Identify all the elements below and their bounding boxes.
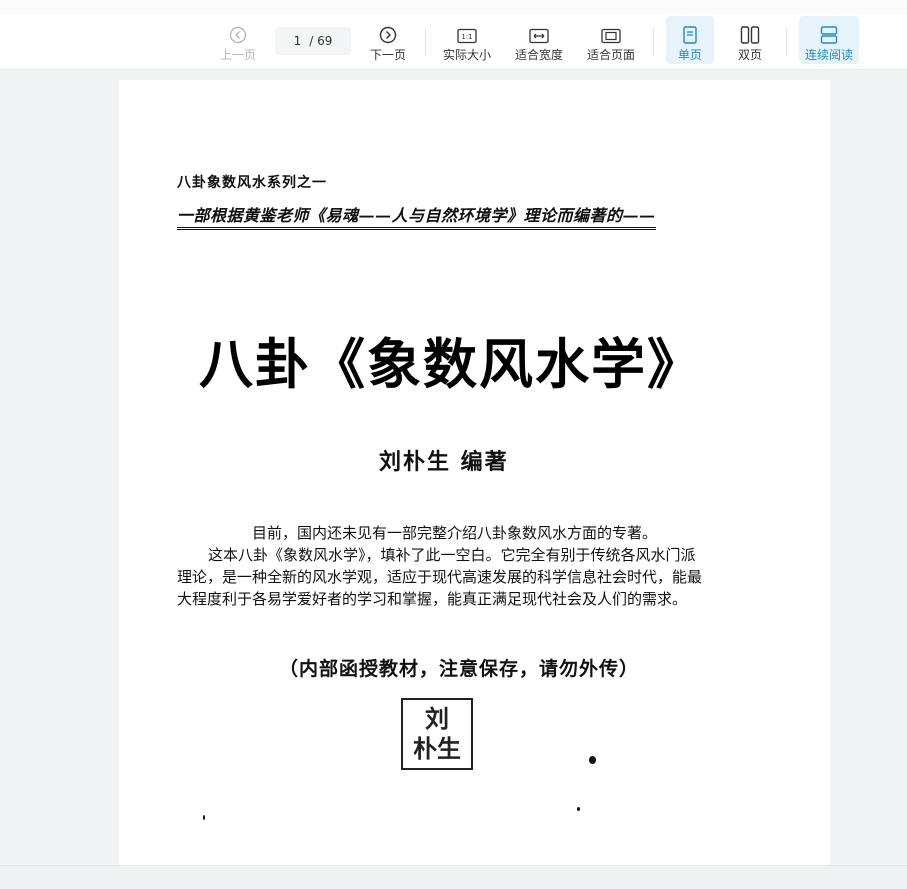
- fit-width-icon: [529, 22, 549, 44]
- toolbar-divider: [653, 28, 654, 56]
- intro-line: 大程度利于各易学爱好者的学习和掌握，能真正满足现代社会及人们的需求。: [177, 590, 688, 608]
- intro-line: 目前，国内还未见有一部完整介绍八卦象数风水方面的专著。: [252, 524, 658, 542]
- single-page-button[interactable]: 单页: [666, 16, 714, 64]
- single-page-label: 单页: [677, 48, 702, 62]
- toolbar-divider: [425, 28, 426, 56]
- fit-width-button[interactable]: 适合宽度: [510, 16, 568, 64]
- single-page-icon: [682, 22, 698, 44]
- viewer-toolbar: 上一页 1 / 69 下一页 1:1 实际大小 适合宽度 适合页面 单页 双页 …: [0, 14, 907, 70]
- actual-size-icon: 1:1: [457, 22, 477, 44]
- fit-page-label: 适合页面: [586, 48, 635, 62]
- scan-speck: [203, 815, 205, 820]
- double-page-icon: [740, 22, 760, 44]
- current-page-number[interactable]: 1: [294, 34, 302, 48]
- toolbar-divider: [786, 28, 787, 56]
- double-page-button[interactable]: 双页: [726, 16, 774, 64]
- intro-paragraph: 目前，国内还未见有一部完整介绍八卦象数风水方面的专著。 这本八卦《象数风水学》，…: [177, 522, 737, 610]
- actual-size-label: 实际大小: [442, 48, 491, 62]
- actual-size-button[interactable]: 1:1 实际大小: [438, 16, 496, 64]
- document-page: 八卦象数风水系列之一 一部根据黄鉴老师《易魂——人与自然环境学》理论而编著的——…: [119, 80, 830, 865]
- fit-width-label: 适合宽度: [514, 48, 563, 62]
- fit-page-button[interactable]: 适合页面: [582, 16, 640, 64]
- total-pages: / 69: [309, 34, 333, 48]
- document-viewer[interactable]: 八卦象数风水系列之一 一部根据黄鉴老师《易魂——人与自然环境学》理论而编著的——…: [0, 70, 907, 865]
- scan-speck: [577, 807, 580, 811]
- top-strip: [0, 0, 907, 14]
- continuous-reading-button[interactable]: 连续阅读: [799, 16, 859, 64]
- intro-line: 理论，是一种全新的风水学观，适应于现代高速发展的科学信息社会时代，能最: [177, 568, 703, 586]
- series-line: 八卦象数风水系列之一: [177, 175, 327, 191]
- seal-text-bottom: 朴生: [413, 734, 461, 763]
- chevron-left-circle-icon: [229, 22, 247, 44]
- fit-page-icon: [601, 22, 621, 44]
- next-page-label: 下一页: [369, 48, 406, 62]
- document-title: 八卦《象数风水学》: [199, 333, 703, 396]
- seal-text-top: 刘: [425, 704, 449, 733]
- scan-speck: [589, 756, 596, 764]
- intro-line: 这本八卦《象数风水学》，填补了此一空白。它完全有别于传统各风水门派: [208, 546, 696, 564]
- next-page-button[interactable]: 下一页: [362, 16, 414, 64]
- page-indicator[interactable]: 1 / 69: [275, 27, 351, 55]
- prev-page-button[interactable]: 上一页: [212, 16, 264, 64]
- svg-text:1:1: 1:1: [461, 33, 472, 41]
- internal-notice: （内部函授教材，注意保存，请勿外传）: [279, 658, 640, 680]
- author-line: 刘朴生 编著: [379, 449, 509, 475]
- bottom-strip: [0, 865, 907, 889]
- author-seal: 刘 朴生: [401, 698, 473, 770]
- double-page-label: 双页: [737, 48, 762, 62]
- chevron-right-circle-icon: [379, 22, 397, 44]
- continuous-reading-icon: [820, 22, 838, 44]
- prev-page-label: 上一页: [219, 48, 256, 62]
- continuous-reading-label: 连续阅读: [804, 48, 853, 62]
- subtitle-line: 一部根据黄鉴老师《易魂——人与自然环境学》理论而编著的——: [177, 202, 656, 230]
